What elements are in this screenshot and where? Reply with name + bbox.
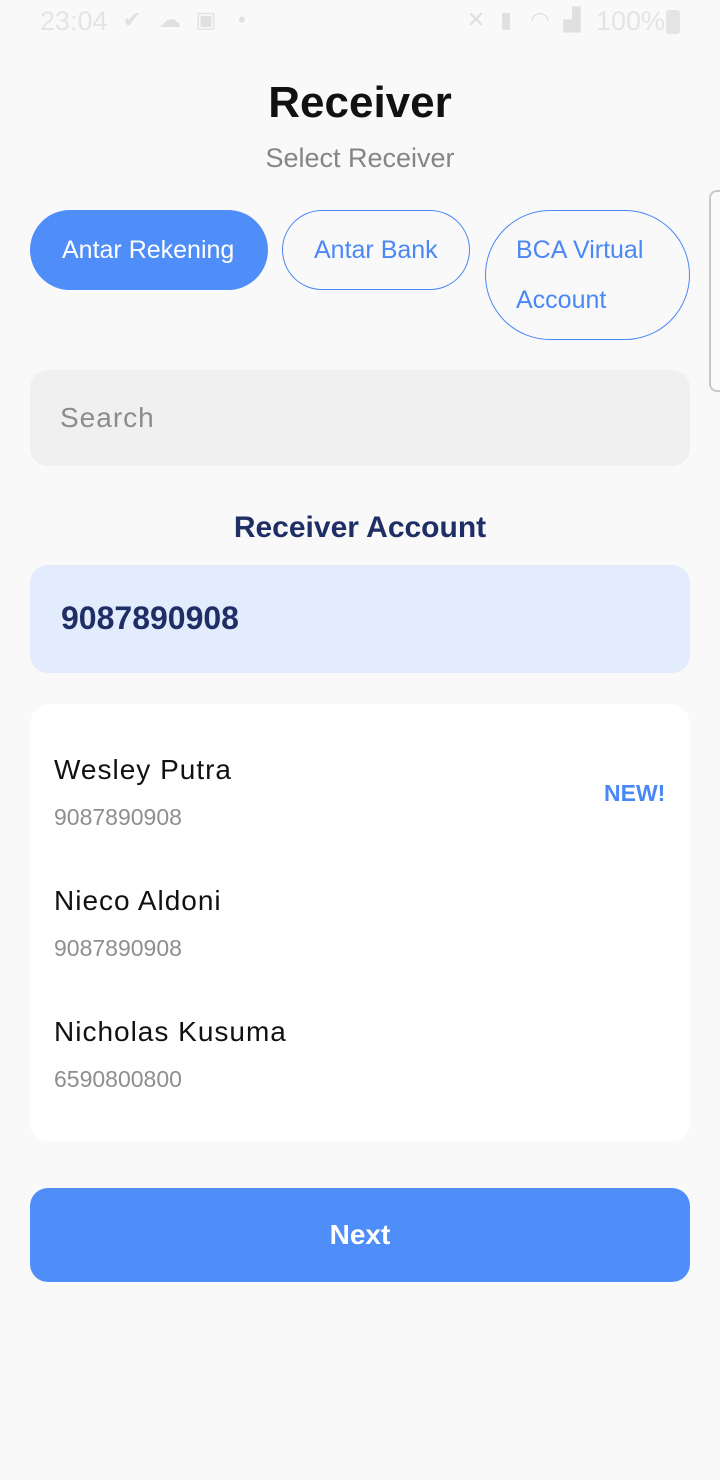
dot-icon: • xyxy=(238,7,246,32)
status-bar: 23:04 ✔ ☁ ▣ • ✕ ▮ ◠ ▟ 100% xyxy=(0,0,720,44)
check-circle-icon: ✔ xyxy=(122,7,142,32)
list-item[interactable]: Nicholas Kusuma 6590800800 xyxy=(30,1016,690,1126)
cloud-icon: ☁ xyxy=(159,7,181,32)
signal-icon: ▟ xyxy=(563,7,581,32)
tab-label: Antar Bank xyxy=(314,236,438,264)
tab-label: Antar Rekening xyxy=(62,236,235,264)
list-item[interactable]: Nieco Aldoni 9087890908 xyxy=(30,885,690,995)
receiver-account-field[interactable]: 9087890908 xyxy=(30,565,690,673)
search-input[interactable] xyxy=(60,370,660,466)
page-subtitle: Select Receiver xyxy=(265,143,455,173)
new-badge: NEW! xyxy=(604,780,666,806)
receiver-name: Wesley Putra xyxy=(54,754,232,785)
gallery-icon: ▣ xyxy=(195,7,217,32)
status-time: 23:04 xyxy=(40,6,108,36)
tab-antar-rekening[interactable]: Antar Rekening xyxy=(30,210,268,290)
battery-icon xyxy=(666,10,680,34)
page-title: Receiver xyxy=(268,78,452,127)
receiver-account-title: Receiver Account xyxy=(233,511,487,544)
wifi-icon: ◠ xyxy=(530,7,550,32)
receiver-account-number: 9087890908 xyxy=(61,600,239,636)
receiver-account: 9087890908 xyxy=(54,935,182,961)
next-button[interactable]: Next xyxy=(30,1188,690,1282)
battery-percent: 100% xyxy=(596,6,666,36)
tab-antar-bank[interactable]: Antar Bank xyxy=(282,210,470,290)
receiver-account: 9087890908 xyxy=(54,804,182,830)
mute-icon: ✕ xyxy=(466,7,486,32)
receiver-name: Nieco Aldoni xyxy=(54,885,222,916)
search-box xyxy=(30,370,690,466)
receiver-account: 6590800800 xyxy=(54,1066,182,1092)
receiver-list: Wesley Putra 9087890908 NEW! Nieco Aldon… xyxy=(30,704,690,1142)
edge-panel-handle[interactable] xyxy=(709,190,720,392)
tab-bca-virtual-account[interactable]: BCA Virtual Account xyxy=(485,210,690,340)
battery-saver-icon: ▮ xyxy=(499,7,513,32)
receiver-name: Nicholas Kusuma xyxy=(54,1016,287,1047)
list-item[interactable]: Wesley Putra 9087890908 xyxy=(30,754,690,864)
tab-label: BCA Virtual Account xyxy=(516,236,644,314)
receiver-screen: 23:04 ✔ ☁ ▣ • ✕ ▮ ◠ ▟ 100% Receiver Sele… xyxy=(0,0,720,1480)
